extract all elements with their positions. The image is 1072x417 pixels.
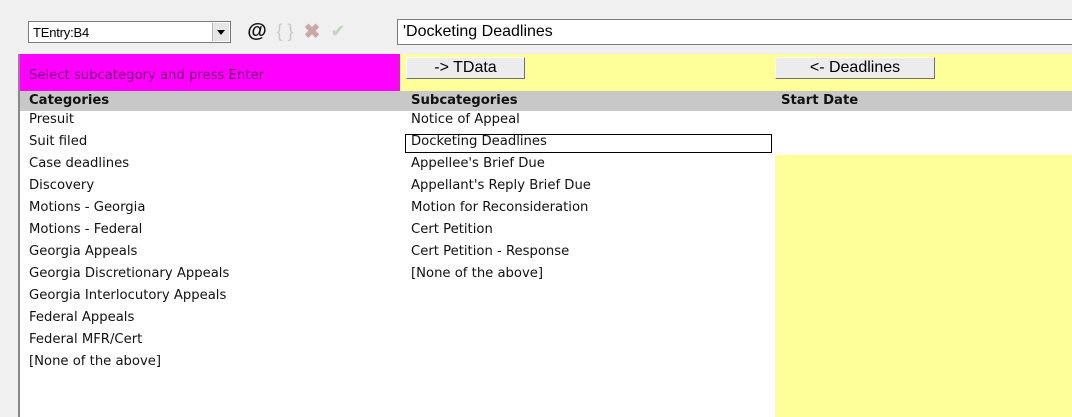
- formula-bar[interactable]: 'Docketing Deadlines: [397, 19, 1072, 45]
- category-item[interactable]: Georgia Discretionary Appeals: [29, 263, 229, 285]
- category-item[interactable]: [None of the above]: [29, 351, 229, 373]
- category-item[interactable]: Presuit: [29, 109, 229, 131]
- subcategory-item[interactable]: Motion for Reconsideration: [411, 197, 591, 219]
- subcategory-item[interactable]: Notice of Appeal: [411, 109, 591, 131]
- category-item[interactable]: Suit filed: [29, 131, 229, 153]
- category-item[interactable]: Georgia Appeals: [29, 241, 229, 263]
- name-box-dropdown-button[interactable]: [212, 23, 229, 41]
- formula-bar-value: 'Docketing Deadlines: [403, 23, 553, 40]
- category-item[interactable]: Discovery: [29, 175, 229, 197]
- active-cell-border: [405, 134, 772, 153]
- category-item[interactable]: Federal Appeals: [29, 307, 229, 329]
- prompt-text: Select subcategory and press Enter: [29, 68, 264, 83]
- category-item[interactable]: Motions - Federal: [29, 219, 229, 241]
- name-box-value: TEntry:B4: [33, 25, 89, 40]
- name-box[interactable]: TEntry:B4: [28, 21, 231, 43]
- spreadsheet-app: TEntry:B4 @ { } ✖ ✔ 'Docketing Deadlines…: [0, 0, 1072, 417]
- subcategories-header: Subcategories: [411, 93, 518, 108]
- subcategory-item[interactable]: Appellee's Brief Due: [411, 153, 591, 175]
- confirm-check-icon[interactable]: ✔: [328, 19, 348, 43]
- to-tdata-button[interactable]: -> TData: [406, 57, 525, 79]
- category-item[interactable]: Motions - Georgia: [29, 197, 229, 219]
- category-item[interactable]: Federal MFR/Cert: [29, 329, 229, 351]
- categories-list: Presuit Suit filed Case deadlines Discov…: [29, 109, 229, 373]
- subcategory-item[interactable]: Cert Petition: [411, 219, 591, 241]
- category-item[interactable]: Case deadlines: [29, 153, 229, 175]
- category-item[interactable]: Georgia Interlocutory Appeals: [29, 285, 229, 307]
- start-date-header: Start Date: [781, 93, 859, 108]
- to-deadlines-button[interactable]: <- Deadlines: [775, 57, 935, 79]
- header-row: [20, 91, 1072, 111]
- subcategory-item[interactable]: Cert Petition - Response: [411, 241, 591, 263]
- sheet-grid[interactable]: Select subcategory and press Enter -> TD…: [18, 54, 1072, 417]
- at-icon[interactable]: @: [246, 19, 268, 43]
- start-date-input-cells[interactable]: [775, 111, 1072, 155]
- cancel-x-icon[interactable]: ✖: [301, 19, 323, 43]
- prompt-cell: Select subcategory and press Enter: [20, 54, 400, 91]
- subcategory-item[interactable]: [None of the above]: [411, 263, 591, 285]
- braces-icon[interactable]: { }: [274, 19, 296, 43]
- subcategory-item[interactable]: Appellant's Reply Brief Due: [411, 175, 591, 197]
- categories-header: Categories: [29, 93, 110, 108]
